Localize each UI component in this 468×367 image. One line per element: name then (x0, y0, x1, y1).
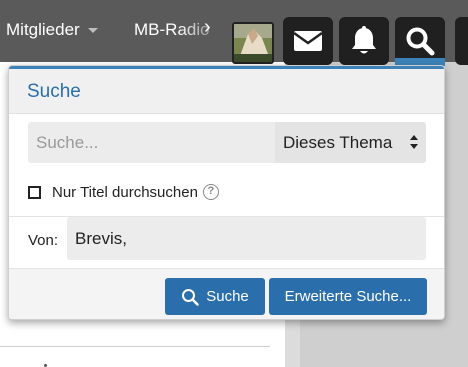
submit-search-label: Suche (206, 288, 249, 305)
nav-item-members-label: Mitglieder (6, 20, 80, 39)
avatar-image (234, 24, 272, 62)
help-icon[interactable]: ? (202, 184, 219, 200)
title-only-checkbox[interactable] (28, 185, 41, 199)
by-member-label: Von: (28, 232, 59, 249)
nav-item-members[interactable]: Mitglieder (6, 18, 98, 42)
nav-overflow-fade (178, 12, 228, 46)
search-icon (406, 27, 435, 56)
envelope-icon (293, 31, 323, 51)
content-divider (0, 346, 270, 347)
submit-search-button[interactable]: Suche (165, 278, 265, 315)
more-button[interactable] (455, 17, 468, 65)
search-scope-value: Dieses Thema (283, 133, 393, 152)
title-only-option[interactable]: Nur Titel durchsuchen ? (28, 182, 219, 202)
title-only-label[interactable]: Nur Titel durchsuchen (52, 184, 198, 201)
search-popup: Suche Suche... Dieses Thema Nur Titel du… (8, 65, 445, 320)
messages-button[interactable] (283, 17, 333, 65)
search-input[interactable]: Suche... Dieses Thema (28, 122, 426, 163)
advanced-search-label: Erweiterte Suche... (284, 288, 412, 305)
popup-footer: Suche Erweiterte Suche... (9, 268, 444, 319)
by-member-input[interactable]: Brevis, (67, 217, 426, 260)
search-icon (182, 288, 199, 306)
nav-scroll-right-icon[interactable]: › (204, 15, 211, 39)
alerts-button[interactable] (339, 17, 389, 65)
popup-header: Suche (9, 69, 444, 114)
popup-title: Suche (27, 81, 81, 102)
advanced-search-button[interactable]: Erweiterte Suche... (269, 278, 427, 315)
avatar[interactable] (232, 22, 274, 64)
bell-icon (352, 26, 376, 54)
chevron-down-icon[interactable] (87, 28, 98, 34)
search-placeholder: Suche... (36, 133, 99, 152)
search-scope-select[interactable]: Dieses Thema (275, 122, 426, 163)
select-arrows-icon (410, 135, 418, 149)
by-member-value: Brevis, (75, 229, 127, 248)
